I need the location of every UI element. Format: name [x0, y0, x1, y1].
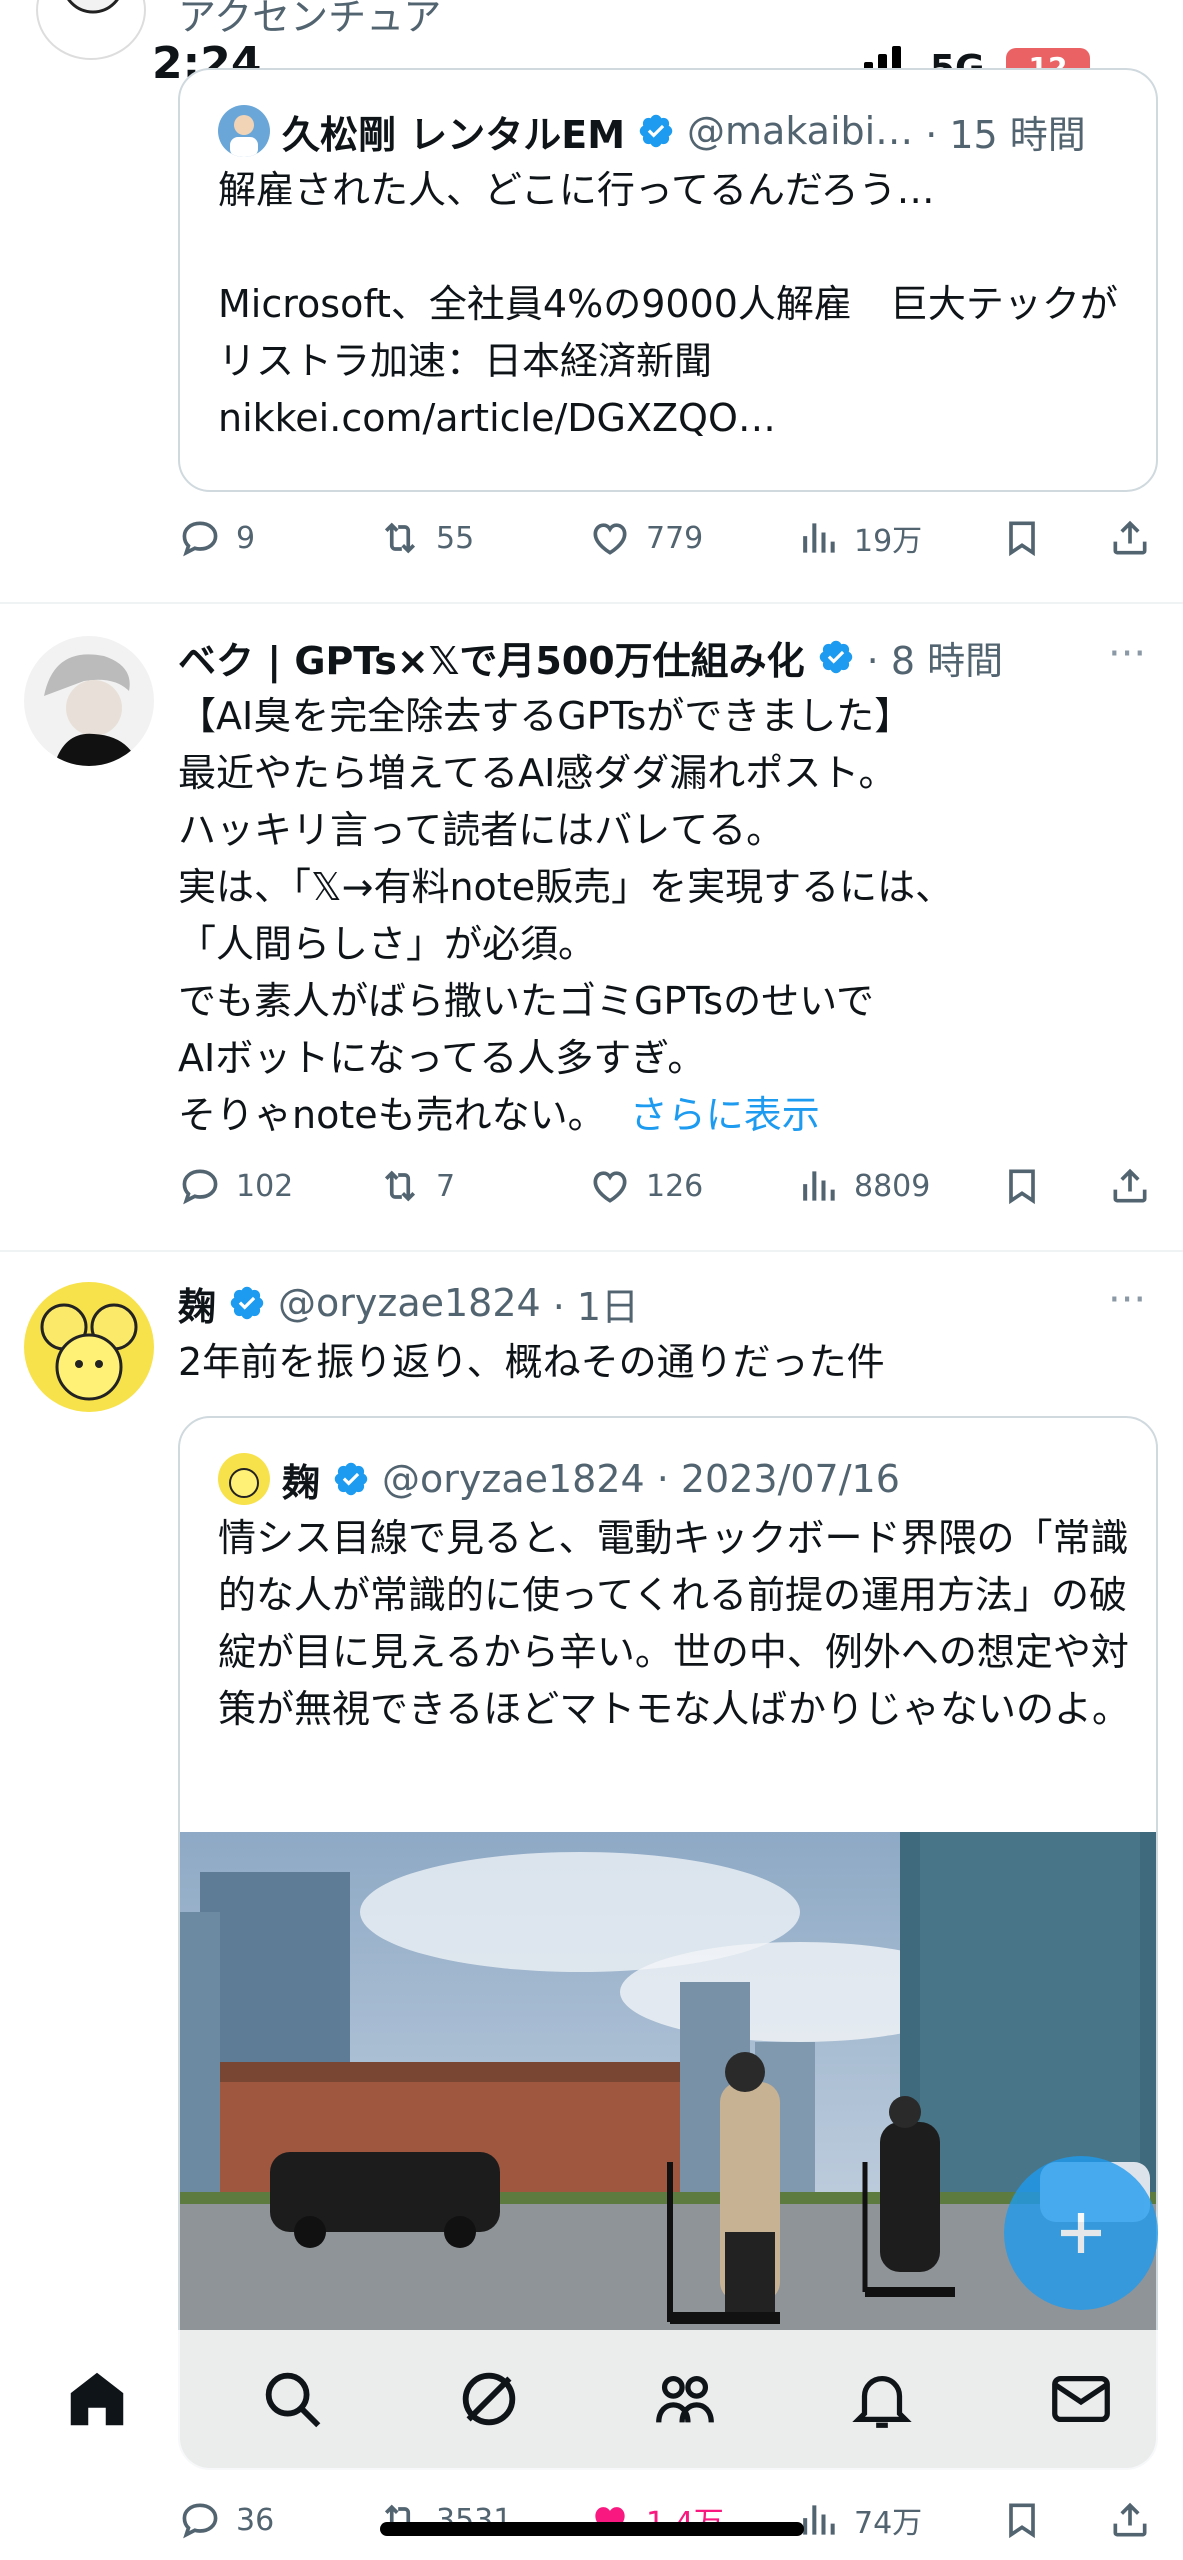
avatar: [218, 1453, 270, 1505]
verified-badge-icon: [819, 640, 852, 674]
quote-timestamp: · 2023/07/16: [656, 1457, 900, 1501]
avatar[interactable]: [24, 1282, 154, 1412]
reply-icon: [182, 1169, 218, 1205]
show-more-link[interactable]: さらに表示: [630, 1093, 820, 1137]
reply-count: 36: [236, 2502, 275, 2538]
quoted-post[interactable]: 麹 @oryzae1824 · 2023/07/16 情シス目線で見ると、電動キ…: [178, 1416, 1158, 2470]
quoted-post[interactable]: 久松剛 レンタルEM @makaibi… · 15 時間 解雇された人、どこに行…: [178, 68, 1158, 492]
quote-author-name: 久松剛 レンタルEM: [282, 112, 626, 157]
share-icon: [1113, 520, 1147, 555]
bookmark-button[interactable]: [1000, 1164, 1044, 1208]
reply-button[interactable]: 36: [178, 2498, 274, 2542]
avatar: [218, 105, 270, 157]
share-button[interactable]: [1108, 1164, 1152, 1208]
bottom-navigation: [0, 2330, 1183, 2474]
reply-icon: [182, 521, 218, 557]
share-button[interactable]: [1108, 2498, 1152, 2542]
bookmark-icon: [1009, 2503, 1035, 2539]
bookmark-icon: [1009, 1169, 1035, 1205]
notifications-icon[interactable]: [847, 2364, 917, 2434]
views-icon: [803, 2505, 835, 2535]
quote-text: 情シス目線で見ると、電動キックボード界隈の「常識的な人が常識的に使ってくれる前提…: [218, 1516, 1131, 1731]
share-icon: [1113, 1168, 1147, 1203]
messages-icon[interactable]: [1046, 2364, 1116, 2434]
plus-icon: [1061, 2213, 1101, 2253]
views-count: 19万: [854, 524, 923, 559]
more-options-icon[interactable]: ···: [1108, 634, 1146, 674]
post-body: 【AI臭を完全除去するGPTsができました】 最近やたら増えてるAI感ダダ漏れポ…: [178, 694, 954, 1137]
post-text: 【AI臭を完全除去するGPTsができました】 最近やたら増えてるAI感ダダ漏れポ…: [178, 688, 1168, 1144]
repost-button[interactable]: 55: [378, 516, 474, 560]
repost-button[interactable]: 7: [378, 1164, 455, 1208]
bookmark-button[interactable]: [1000, 516, 1044, 560]
heart-icon: [593, 523, 627, 555]
verified-badge-icon: [230, 1286, 264, 1320]
more-options-icon[interactable]: ···: [1108, 1280, 1146, 1320]
compose-button[interactable]: [1004, 2156, 1158, 2310]
timestamp: · 1日: [552, 1284, 640, 1329]
avatar[interactable]: [24, 636, 154, 766]
home-indicator[interactable]: [380, 2522, 804, 2536]
repost-icon: [384, 1170, 416, 1202]
reply-count: 9: [236, 520, 256, 556]
heart-icon: [593, 1171, 627, 1203]
share-button[interactable]: [1108, 516, 1152, 560]
quote-timestamp: · 15 時間: [925, 112, 1086, 157]
quote-author-handle: @oryzae1824: [382, 1457, 645, 1501]
like-button[interactable]: 126: [588, 1164, 703, 1208]
views-button[interactable]: 19万: [796, 516, 922, 560]
views-icon: [803, 1171, 835, 1201]
repost-count: 7: [436, 1168, 456, 1204]
bookmark-button[interactable]: [1000, 2498, 1044, 2542]
views-button[interactable]: 74万: [796, 2498, 922, 2542]
quote-text: 解雇された人、どこに行ってるんだろう… Microsoft、全社員4%の9000…: [218, 168, 1118, 440]
like-count: 126: [646, 1168, 704, 1204]
verified-badge-icon: [334, 1462, 368, 1496]
quote-author-handle: @makaibi…: [687, 109, 914, 153]
timestamp: · 8 時間: [866, 638, 1004, 683]
avatar[interactable]: [36, 0, 146, 60]
quote-author-name: 麹: [282, 1460, 321, 1505]
views-count: 8809: [854, 1168, 931, 1204]
share-icon: [1113, 2502, 1147, 2537]
communities-icon[interactable]: [650, 2364, 720, 2434]
reply-button[interactable]: 102: [178, 1164, 293, 1208]
search-icon[interactable]: [257, 2364, 327, 2434]
author-name[interactable]: 麹: [178, 1276, 216, 1331]
divider: [0, 602, 1183, 604]
repost-icon: [384, 522, 416, 554]
views-count: 74万: [854, 2506, 923, 2541]
author-handle: @oryzae1824: [278, 1281, 541, 1325]
author-name[interactable]: ベク | GPTs×𝕏で月500万仕組み化: [178, 630, 805, 685]
views-icon: [803, 523, 835, 553]
divider: [0, 1250, 1183, 1252]
grok-icon[interactable]: [454, 2364, 524, 2434]
repost-count: 55: [436, 520, 475, 556]
reply-button[interactable]: 9: [178, 516, 255, 560]
reply-icon: [182, 2503, 218, 2539]
bookmark-icon: [1009, 521, 1035, 557]
post-text: 2年前を振り返り、概ねその通りだった件: [178, 1340, 885, 1384]
like-button[interactable]: 779: [588, 516, 703, 560]
verified-badge-icon: [639, 114, 673, 148]
views-button[interactable]: 8809: [796, 1164, 930, 1208]
reply-count: 102: [236, 1168, 294, 1204]
home-icon[interactable]: [62, 2364, 132, 2434]
author-name-partial[interactable]: アクセンチュア: [178, 0, 441, 41]
like-count: 779: [646, 520, 704, 556]
